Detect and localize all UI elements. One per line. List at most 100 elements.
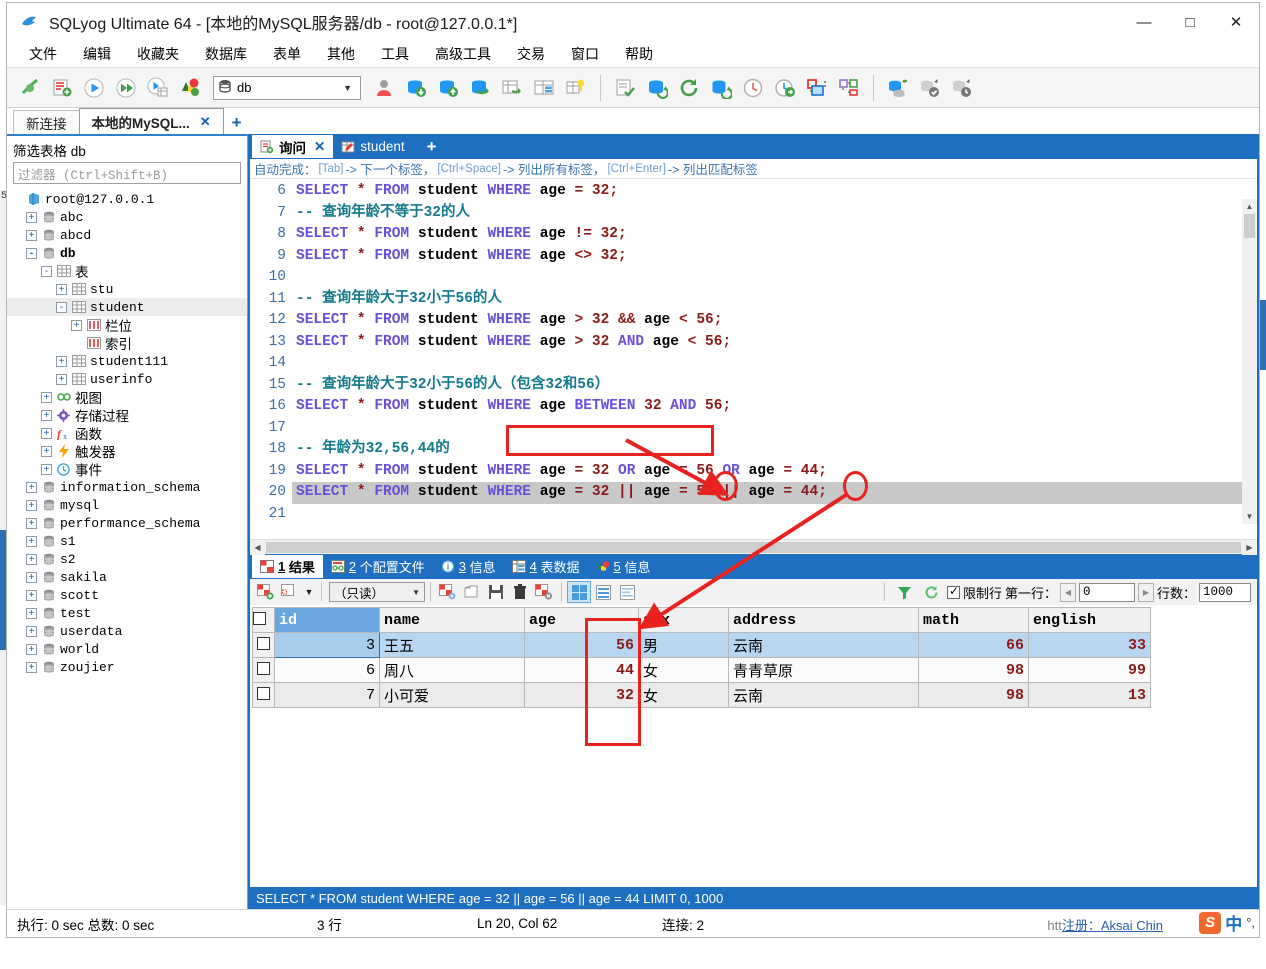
copy-row-icon[interactable] bbox=[460, 581, 484, 603]
connection-tab-local-mysql[interactable]: 本地的MySQL... ✕ bbox=[78, 108, 224, 134]
tree-item-performance-schema[interactable]: + performance_schema bbox=[7, 514, 247, 532]
scheduled-backup-icon[interactable] bbox=[770, 72, 800, 104]
cell-id[interactable]: 3 bbox=[274, 632, 380, 658]
refresh-db-icon[interactable] bbox=[642, 72, 672, 104]
collapse-icon[interactable]: - bbox=[41, 265, 52, 277]
row-checkbox-cell[interactable] bbox=[252, 682, 275, 708]
code-area[interactable]: 6 7 8 9 10 11 12 13 14 15 16 17 18 19 20 21 SELECT * FR… bbox=[250, 179, 1257, 539]
cell-name[interactable]: 王五 bbox=[379, 632, 525, 658]
cell-address[interactable]: 青青草原 bbox=[728, 657, 919, 683]
menu-database[interactable]: 数据库 bbox=[203, 42, 249, 66]
row-checkbox-cell[interactable] bbox=[252, 657, 275, 683]
cell-english[interactable]: 13 bbox=[1028, 682, 1151, 708]
tree-item-scott[interactable]: + scott bbox=[7, 586, 247, 604]
restore-database-icon[interactable] bbox=[433, 72, 463, 104]
expand-icon[interactable]: + bbox=[26, 571, 37, 583]
tree-item-s2[interactable]: + s2 bbox=[7, 550, 247, 568]
code-line[interactable] bbox=[292, 353, 1257, 375]
grid-column-name[interactable]: name bbox=[379, 607, 525, 633]
expand-icon[interactable]: + bbox=[41, 445, 52, 457]
expand-icon[interactable]: + bbox=[26, 499, 37, 511]
history-clock-icon[interactable] bbox=[738, 72, 768, 104]
grid-column-math[interactable]: math bbox=[918, 607, 1029, 633]
table-row[interactable]: 6 周八 44 女 青青草原 98 99 bbox=[252, 657, 1151, 683]
tab-query[interactable]: 询问 ✕ bbox=[252, 135, 334, 158]
db-sync-icon[interactable] bbox=[706, 72, 736, 104]
cell-sex[interactable]: 女 bbox=[638, 682, 729, 708]
code-line[interactable] bbox=[292, 418, 1257, 440]
menu-window[interactable]: 窗口 bbox=[569, 42, 601, 66]
collapse-icon[interactable]: - bbox=[56, 301, 67, 313]
close-button[interactable]: ✕ bbox=[1213, 3, 1259, 41]
cell-age[interactable]: 56 bbox=[524, 632, 639, 658]
grid-column-address[interactable]: address bbox=[728, 607, 919, 633]
tree-item-userinfo[interactable]: + userinfo bbox=[7, 370, 247, 388]
scroll-right-arrow[interactable]: ▶ bbox=[1242, 539, 1257, 555]
check-database-icon[interactable] bbox=[915, 72, 945, 104]
code-line[interactable] bbox=[292, 267, 1257, 289]
edit-blob-icon[interactable] bbox=[278, 581, 302, 603]
rows-count-input[interactable]: 1000 bbox=[1199, 582, 1251, 602]
cell-math[interactable]: 98 bbox=[918, 682, 1029, 708]
user-manager-icon[interactable] bbox=[369, 72, 399, 104]
code-line[interactable]: SELECT * FROM student WHERE age > 32 && … bbox=[292, 310, 1257, 332]
tree-item-stu[interactable]: + stu bbox=[7, 280, 247, 298]
execute-query-explain-icon[interactable] bbox=[143, 72, 173, 104]
expand-icon[interactable]: + bbox=[26, 211, 37, 223]
scrollbar-thumb[interactable] bbox=[266, 541, 1241, 553]
cancel-edit-icon[interactable] bbox=[532, 581, 556, 603]
code-line[interactable]: SELECT * FROM student WHERE age BETWEEN … bbox=[292, 396, 1257, 418]
table-row[interactable]: 7 小可爱 32 女 云南 98 13 bbox=[252, 682, 1151, 708]
code-line[interactable]: SELECT * FROM student WHERE age = 32 || … bbox=[292, 482, 1257, 504]
ime-language-label[interactable]: 中 bbox=[1225, 910, 1242, 935]
cell-name[interactable]: 周八 bbox=[379, 657, 525, 683]
delete-row-icon[interactable] bbox=[508, 581, 532, 603]
table-data-export-icon[interactable] bbox=[529, 72, 559, 104]
scroll-up-arrow[interactable]: ▲ bbox=[1242, 199, 1257, 214]
tree-item-[interactable]: + 触发器 bbox=[7, 442, 247, 460]
editor-vertical-scrollbar[interactable]: ▲ ▼ bbox=[1242, 199, 1257, 524]
duplicate-row-icon[interactable] bbox=[436, 581, 460, 603]
grid-column-english[interactable]: english bbox=[1028, 607, 1151, 633]
tree-item-[interactable]: + 事件 bbox=[7, 460, 247, 478]
tree-item-[interactable]: 索引 bbox=[7, 334, 247, 352]
expand-icon[interactable]: + bbox=[26, 661, 37, 673]
scrollbar-thumb[interactable] bbox=[1244, 214, 1255, 238]
import-external-data-icon[interactable] bbox=[497, 72, 527, 104]
refresh-data-icon[interactable] bbox=[920, 581, 944, 603]
cell-english[interactable]: 33 bbox=[1028, 632, 1151, 658]
code-line[interactable]: -- 年龄为32,56,44的 bbox=[292, 439, 1257, 461]
tree-item-[interactable]: + 存储过程 bbox=[7, 406, 247, 424]
expand-icon[interactable]: + bbox=[26, 607, 37, 619]
new-connection-icon[interactable] bbox=[15, 72, 45, 104]
tree-item-[interactable]: + 栏位 bbox=[7, 316, 247, 334]
menu-tools[interactable]: 工具 bbox=[379, 42, 411, 66]
tree-item-root-127-0-0-1[interactable]: root@127.0.0.1 bbox=[7, 190, 247, 208]
add-query-tab-icon[interactable]: + bbox=[427, 137, 437, 157]
cell-age[interactable]: 44 bbox=[524, 657, 639, 683]
new-query-icon[interactable] bbox=[47, 72, 77, 104]
execute-query-icon[interactable] bbox=[79, 72, 109, 104]
save-icon[interactable] bbox=[484, 581, 508, 603]
tree-item-abcd[interactable]: + abcd bbox=[7, 226, 247, 244]
cell-name[interactable]: 小可爱 bbox=[379, 682, 525, 708]
text-view-icon[interactable] bbox=[615, 581, 639, 603]
menu-file[interactable]: 文件 bbox=[27, 42, 59, 66]
checkbox[interactable] bbox=[257, 637, 270, 650]
cell-english[interactable]: 99 bbox=[1028, 657, 1151, 683]
grid-view-icon[interactable] bbox=[567, 581, 591, 603]
scroll-left-arrow[interactable]: ◀ bbox=[250, 539, 265, 555]
code-line[interactable]: SELECT * FROM student WHERE age = 32 OR … bbox=[292, 461, 1257, 483]
expand-icon[interactable]: + bbox=[26, 535, 37, 547]
scroll-down-arrow[interactable]: ▼ bbox=[1242, 509, 1257, 524]
readonly-mode-select[interactable]: （只读） ▼ bbox=[329, 582, 425, 602]
tree-item-information-schema[interactable]: + information_schema bbox=[7, 478, 247, 496]
tab-table-data[interactable]: 4 表数据 bbox=[504, 555, 588, 578]
tab-messages[interactable]: 5 信息 bbox=[588, 555, 659, 578]
cell-math[interactable]: 66 bbox=[918, 632, 1029, 658]
first-row-increment-button[interactable]: ▶ bbox=[1137, 582, 1154, 602]
tree-item-world[interactable]: + world bbox=[7, 640, 247, 658]
first-row-decrement-button[interactable]: ◀ bbox=[1059, 582, 1076, 602]
code-line[interactable]: SELECT * FROM student WHERE age = 32; bbox=[292, 181, 1257, 203]
cell-sex[interactable]: 女 bbox=[638, 657, 729, 683]
